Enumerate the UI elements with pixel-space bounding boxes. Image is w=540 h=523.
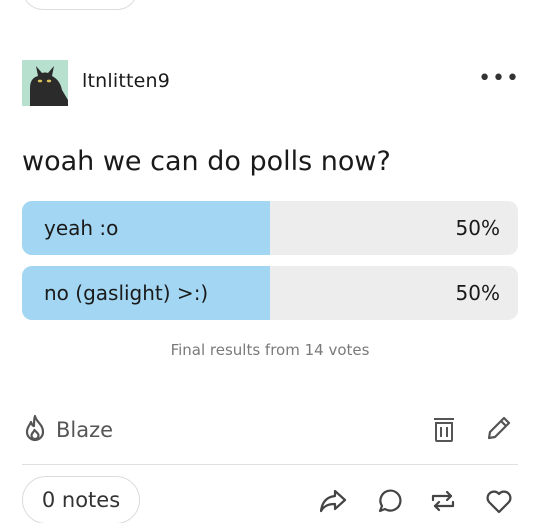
previous-post-pill — [22, 0, 138, 10]
black-cat-avatar-icon — [22, 60, 68, 106]
share-button[interactable] — [318, 486, 348, 516]
poll-option-label: no (gaslight) >:) — [44, 281, 209, 305]
reply-icon — [378, 489, 402, 513]
like-button[interactable] — [484, 486, 514, 516]
more-options-button[interactable]: ••• — [478, 66, 520, 91]
poll-option-1[interactable]: yeah :o 50% — [22, 201, 518, 255]
blaze-label: Blaze — [56, 418, 114, 442]
avatar[interactable] — [22, 60, 68, 106]
share-icon — [319, 489, 347, 513]
poll-option-2[interactable]: no (gaslight) >:) 50% — [22, 266, 518, 320]
username[interactable]: ltnlitten9 — [82, 70, 170, 92]
poll-option-percent: 50% — [455, 281, 500, 305]
poll-option-percent: 50% — [455, 216, 500, 240]
trash-icon — [434, 418, 454, 442]
reblog-icon — [431, 490, 455, 512]
poll-option-label: yeah :o — [44, 216, 119, 240]
edit-pencil-icon — [487, 416, 511, 440]
like-heart-icon — [486, 490, 512, 514]
reblog-button[interactable] — [428, 486, 458, 516]
delete-button[interactable] — [430, 414, 458, 444]
reply-button[interactable] — [374, 486, 404, 516]
blaze-button[interactable]: Blaze — [22, 414, 113, 446]
divider — [22, 464, 518, 465]
poll-question: woah we can do polls now? — [22, 146, 391, 177]
post-header: ltnlitten9 ••• — [22, 60, 522, 106]
edit-button[interactable] — [484, 413, 514, 443]
flame-icon — [22, 414, 48, 446]
poll-results-summary: Final results from 14 votes — [170, 341, 370, 359]
notes-button[interactable]: 0 notes — [22, 476, 140, 523]
